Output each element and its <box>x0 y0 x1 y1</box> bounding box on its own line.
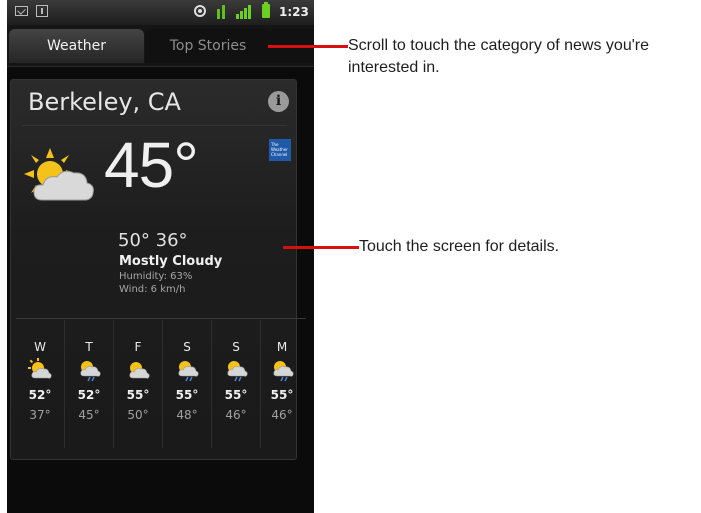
forecast-high: 55° <box>126 388 150 402</box>
forecast-day-label: W <box>34 340 46 354</box>
callout-line-tabs <box>268 45 348 48</box>
forecast-high: 55° <box>175 388 199 402</box>
rain-icon <box>227 361 248 382</box>
tab-top-stories[interactable]: Top Stories <box>145 29 271 63</box>
city-name: Berkeley, CA <box>28 88 181 116</box>
forecast-high: 55° <box>224 388 248 402</box>
forecast-low: 45° <box>78 408 100 422</box>
rain-icon <box>273 361 294 382</box>
forecast-day[interactable]: M 55° 46° <box>258 320 306 448</box>
mail-icon <box>15 6 28 16</box>
partly-cloudy-icon <box>28 358 52 379</box>
tab-divider <box>7 66 314 67</box>
forecast-day-label: T <box>85 340 93 354</box>
tab-weather[interactable]: Weather <box>9 29 144 63</box>
forecast-high: 52° <box>28 388 52 402</box>
condition-text: Mostly Cloudy <box>119 254 223 269</box>
humidity-text: Humidity: 63% <box>119 271 193 282</box>
partly-cloudy-icon <box>24 148 94 201</box>
forecast-day[interactable]: T 52° 45° <box>65 320 113 448</box>
callout-line-details <box>283 246 359 249</box>
data-network-icon <box>216 5 228 19</box>
status-time: 1:23 <box>279 5 309 19</box>
forecast-low: 50° <box>127 408 149 422</box>
forecast-day-label: S <box>183 340 191 354</box>
forecast-high: 55° <box>270 388 294 402</box>
current-temperature: 45° <box>104 129 199 201</box>
calendar-icon <box>36 5 48 17</box>
forecast-divider <box>16 318 306 319</box>
forecast-low: 46° <box>271 408 293 422</box>
forecast-low: 48° <box>176 408 198 422</box>
weather-channel-logo: The Weather Channel <box>269 139 291 161</box>
wind-text: Wind: 6 km/h <box>119 284 186 295</box>
info-button[interactable]: i <box>268 91 289 112</box>
forecast-day[interactable]: S 55° 46° <box>212 320 260 448</box>
signal-icon <box>236 5 252 19</box>
rain-icon <box>80 361 101 382</box>
battery-icon <box>262 2 270 18</box>
forecast-day-label: M <box>276 340 288 354</box>
forecast-day[interactable]: W 52° 37° <box>16 320 64 448</box>
forecast-low: 46° <box>225 408 247 422</box>
forecast-day-label: F <box>134 340 142 354</box>
forecast-day[interactable]: F 55° 50° <box>114 320 162 448</box>
forecast-high: 52° <box>77 388 101 402</box>
status-bar: 1:23 <box>7 0 314 25</box>
partly-cloudy-icon <box>129 362 150 379</box>
callout-tabs-text: Scroll to touch the category of news you… <box>348 37 649 76</box>
high-low-temperature: 50° 36° <box>118 230 188 251</box>
forecast-day[interactable]: S 55° 48° <box>163 320 211 448</box>
rain-icon <box>178 361 199 382</box>
forecast-day-label: S <box>232 340 240 354</box>
card-divider <box>22 125 287 126</box>
forecast-low: 37° <box>29 408 51 422</box>
callout-details-text: Touch the screen for details. <box>359 238 560 255</box>
gps-icon <box>194 5 206 17</box>
